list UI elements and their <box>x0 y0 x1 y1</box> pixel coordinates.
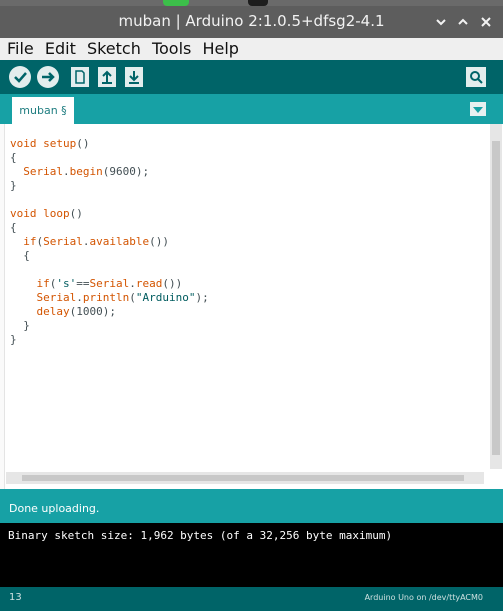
window-title: muban | Arduino 2:1.0.5+dfsg2-4.1 <box>118 12 385 30</box>
line-number: 13 <box>9 592 22 603</box>
footer-bar: 13 Arduino Uno on /dev/ttyACM0 <box>0 587 503 611</box>
menu-bar: File Edit Sketch Tools Help <box>0 38 503 60</box>
save-icon[interactable] <box>125 67 143 87</box>
close-icon[interactable] <box>478 14 494 30</box>
tab-bar: muban § <box>0 94 503 124</box>
minimize-icon[interactable] <box>433 14 449 30</box>
menu-sketch[interactable]: Sketch <box>87 38 141 60</box>
code-text[interactable]: void setup() { Serial.begin(9600); } voi… <box>10 137 209 347</box>
menu-file[interactable]: File <box>7 38 34 60</box>
menu-tools[interactable]: Tools <box>152 38 191 60</box>
code-editor[interactable]: void setup() { Serial.begin(9600); } voi… <box>0 124 503 489</box>
console-output: Binary sketch size: 1,962 bytes (of a 32… <box>0 523 503 587</box>
serial-monitor-icon[interactable] <box>466 67 486 87</box>
new-icon[interactable] <box>71 67 89 87</box>
desktop-app-icon <box>163 0 189 6</box>
toolbar <box>0 60 503 94</box>
menu-edit[interactable]: Edit <box>45 38 76 60</box>
menu-help[interactable]: Help <box>202 38 238 60</box>
tab-muban[interactable]: muban § <box>12 97 74 124</box>
desktop-terminal-icon <box>248 0 268 6</box>
verify-icon[interactable] <box>9 66 31 88</box>
editor-gutter <box>0 124 5 489</box>
open-icon[interactable] <box>98 67 116 87</box>
horizontal-scroll-thumb[interactable] <box>22 475 464 481</box>
horizontal-scrollbar[interactable] <box>6 472 484 484</box>
title-bar: muban | Arduino 2:1.0.5+dfsg2-4.1 <box>0 0 503 38</box>
upload-icon[interactable] <box>37 66 59 88</box>
status-bar: Done uploading. <box>0 493 503 523</box>
vertical-scrollbar[interactable] <box>490 124 502 469</box>
tab-menu-button[interactable] <box>470 102 486 116</box>
board-info: Arduino Uno on /dev/ttyACM0 <box>364 593 483 602</box>
vertical-scroll-thumb[interactable] <box>492 141 500 455</box>
console-text: Binary sketch size: 1,962 bytes (of a 32… <box>8 529 393 542</box>
maximize-icon[interactable] <box>455 14 471 30</box>
status-message: Done uploading. <box>9 502 100 515</box>
